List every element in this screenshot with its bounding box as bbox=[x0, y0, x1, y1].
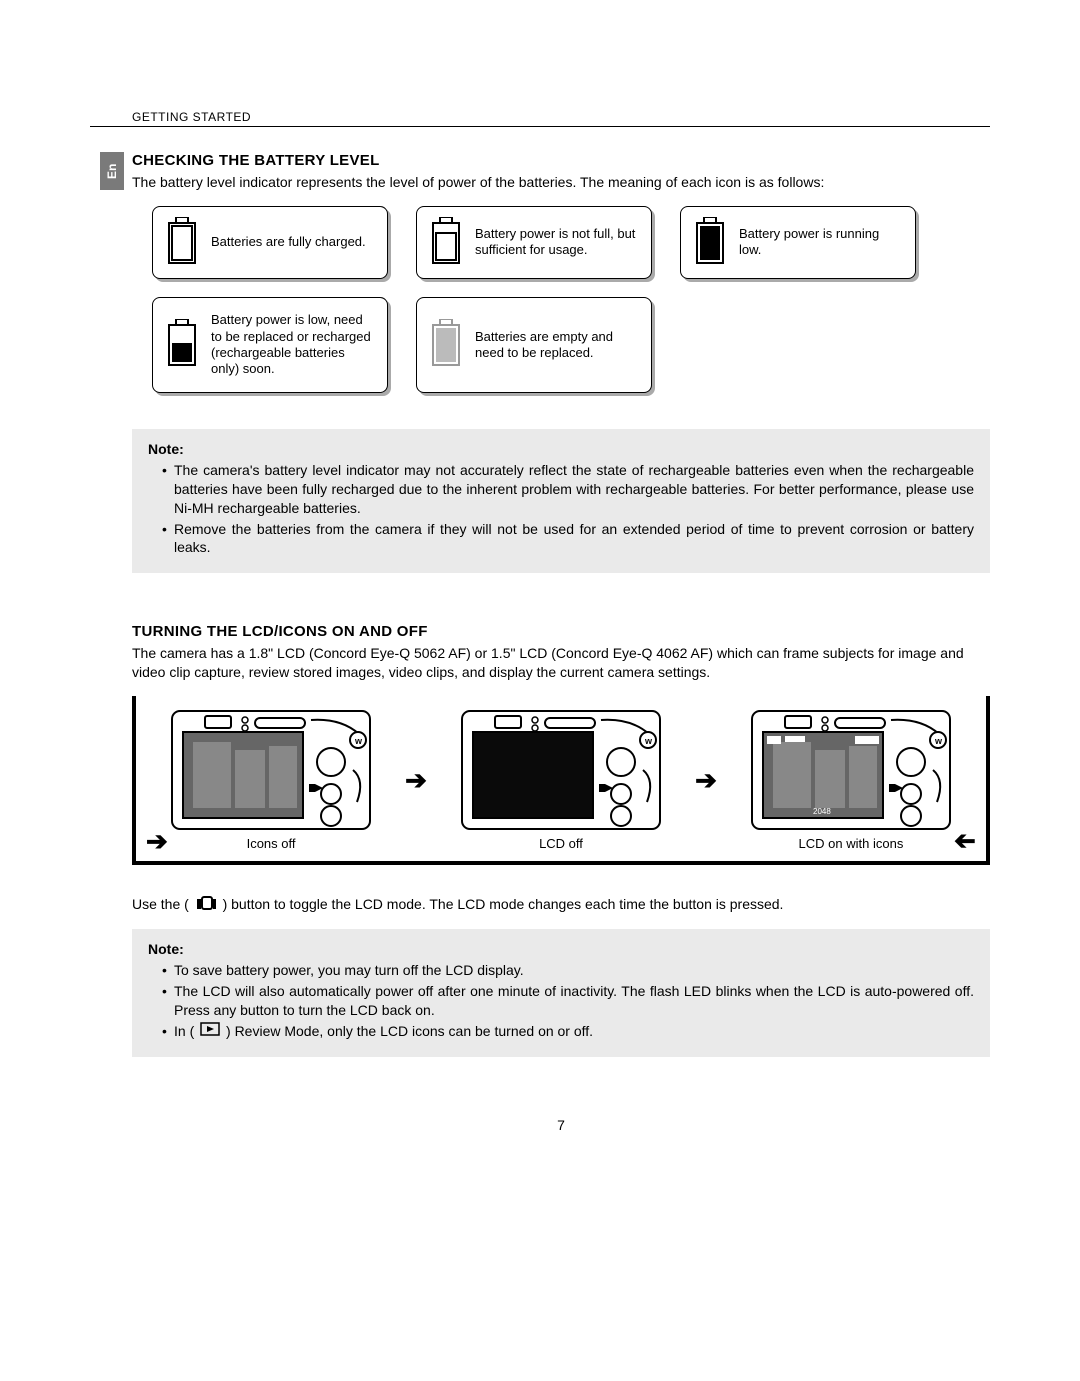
battery-low-icon bbox=[165, 319, 199, 370]
note-item: To save battery power, you may turn off … bbox=[162, 961, 974, 980]
arrow-right-icon: ➔ bbox=[954, 826, 976, 857]
svg-text:w: w bbox=[354, 736, 363, 746]
section1-intro: The battery level indicator represents t… bbox=[132, 173, 990, 192]
battery-text: Battery power is running low. bbox=[739, 226, 903, 259]
review-mode-icon bbox=[200, 1022, 220, 1041]
battery-grid: Batteries are fully charged. Battery pow… bbox=[132, 206, 990, 393]
arrow-right-icon: ➔ bbox=[695, 765, 717, 796]
arrow-right-icon: ➔ bbox=[405, 765, 427, 796]
battery-full-icon bbox=[165, 217, 199, 268]
battery-text: Batteries are fully charged. bbox=[211, 234, 366, 250]
section2-title: TURNING THE LCD/ICONS ON AND OFF bbox=[132, 623, 990, 640]
battery-card-empty: Batteries are empty and need to be repla… bbox=[416, 297, 652, 393]
header-section: GETTING STARTED bbox=[90, 110, 990, 126]
note-box-1: Note: The camera's battery level indicat… bbox=[132, 429, 990, 573]
battery-text: Battery power is low, need to be replace… bbox=[211, 312, 375, 377]
usage-pre: Use the ( bbox=[132, 896, 189, 912]
language-tab: En bbox=[100, 152, 124, 190]
lcd-panel-icons-off: w Icons off bbox=[171, 710, 371, 851]
lcd-panel-lcd-off: w LCD off bbox=[461, 710, 661, 851]
usage-post: ) button to toggle the LCD mode. The LCD… bbox=[223, 896, 784, 912]
battery-text: Battery power is not full, but sufficien… bbox=[475, 226, 639, 259]
battery-runninglow-icon bbox=[693, 217, 727, 268]
battery-card-full: Batteries are fully charged. bbox=[152, 206, 388, 279]
section1-title: CHECKING THE BATTERY LEVEL bbox=[132, 152, 990, 169]
note-label: Note: bbox=[148, 941, 974, 957]
note-item: Remove the batteries from the camera if … bbox=[162, 520, 974, 558]
note-pre: In ( bbox=[174, 1023, 194, 1039]
battery-sufficient-icon bbox=[429, 217, 463, 268]
lcd-caption: LCD on with icons bbox=[751, 836, 951, 851]
svg-text:w: w bbox=[644, 736, 653, 746]
svg-text:2048: 2048 bbox=[813, 807, 831, 816]
svg-text:w: w bbox=[934, 736, 943, 746]
note-post: ) Review Mode, only the LCD icons can be… bbox=[226, 1023, 593, 1039]
note-box-2: Note: To save battery power, you may tur… bbox=[132, 929, 990, 1057]
battery-text: Batteries are empty and need to be repla… bbox=[475, 329, 639, 362]
page-number: 7 bbox=[132, 1117, 990, 1133]
note-item: In ( ) Review Mode, only the LCD icons c… bbox=[162, 1022, 974, 1042]
lcd-toggle-icon bbox=[195, 896, 217, 915]
battery-card-runninglow: Battery power is running low. bbox=[680, 206, 916, 279]
battery-card-low: Battery power is low, need to be replace… bbox=[152, 297, 388, 393]
note-label: Note: bbox=[148, 441, 974, 457]
battery-card-sufficient: Battery power is not full, but sufficien… bbox=[416, 206, 652, 279]
lcd-caption: LCD off bbox=[461, 836, 661, 851]
usage-line: Use the ( ) button to toggle the LCD mod… bbox=[132, 895, 990, 915]
battery-empty-icon bbox=[429, 319, 463, 370]
section2-intro: The camera has a 1.8" LCD (Concord Eye-Q… bbox=[132, 644, 990, 682]
arrow-right-icon: ➔ bbox=[146, 826, 168, 857]
lcd-panel-lcd-on-icons: 2048 w LCD on with icons bbox=[751, 710, 951, 851]
note-item: The camera's battery level indicator may… bbox=[162, 461, 974, 518]
lcd-diagram: ➔ w bbox=[132, 696, 990, 865]
lcd-caption: Icons off bbox=[171, 836, 371, 851]
note-item: The LCD will also automatically power of… bbox=[162, 982, 974, 1020]
